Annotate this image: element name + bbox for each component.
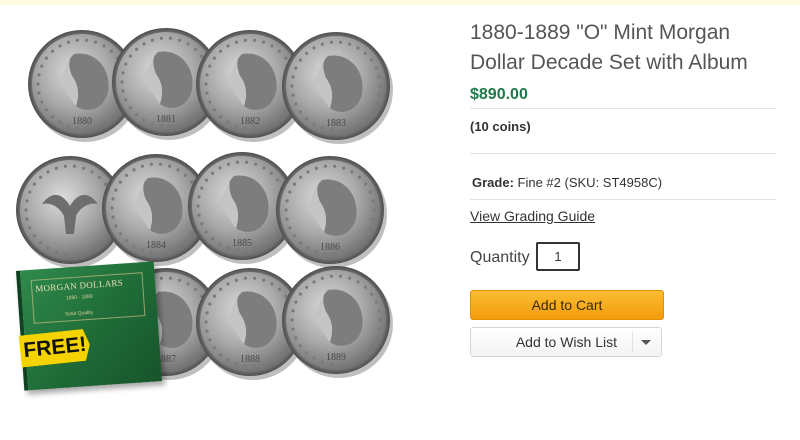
coin-date: 1889 (326, 352, 346, 363)
coin-date: 1883 (326, 118, 346, 129)
coin-date: 1885 (232, 238, 252, 249)
coin-date: 1888 (240, 354, 260, 365)
coin: 1886 (276, 156, 387, 268)
wish-list-dropdown-toggle[interactable] (633, 328, 661, 356)
coin-album: MORGAN DOLLARS 1880 - 1889 Solid Quality (15, 261, 163, 391)
product-image[interactable]: 1880 1881 1882 1883 1884 1885 1886 1887 1888 1889… (14, 14, 404, 394)
view-grading-guide-link[interactable]: View Grading Guide (470, 208, 595, 224)
coin: 1883 (282, 32, 393, 144)
coin-count: (10 coins) (470, 119, 531, 134)
chevron-down-icon (641, 340, 651, 345)
divider (470, 199, 776, 200)
wish-list-button-group: Add to Wish List (470, 327, 662, 357)
product-title: 1880-1889 "O" Mint Morgan Dollar Decade … (470, 21, 748, 74)
coin-date: 1882 (240, 116, 260, 127)
coin-date: 1880 (72, 116, 92, 127)
grade-info: Grade: Fine #2 (SKU: ST4958C) (472, 175, 662, 190)
quantity-label: Quantity (470, 249, 530, 266)
top-banner-strip (0, 0, 800, 5)
add-to-cart-button[interactable]: Add to Cart (470, 290, 664, 320)
grade-label: Grade: (472, 175, 514, 190)
divider (470, 153, 776, 154)
grade-value: Fine #2 (SKU: ST4958C) (517, 175, 663, 190)
coin: 1889 (282, 266, 393, 378)
add-to-wish-list-button[interactable]: Add to Wish List (471, 328, 631, 356)
coin-date: 1881 (156, 114, 176, 125)
divider (470, 108, 776, 109)
coin-date: 1886 (320, 242, 340, 253)
product-price: $890.00 (470, 86, 528, 103)
coin-date: 1884 (146, 240, 166, 251)
quantity-input[interactable] (536, 242, 580, 271)
